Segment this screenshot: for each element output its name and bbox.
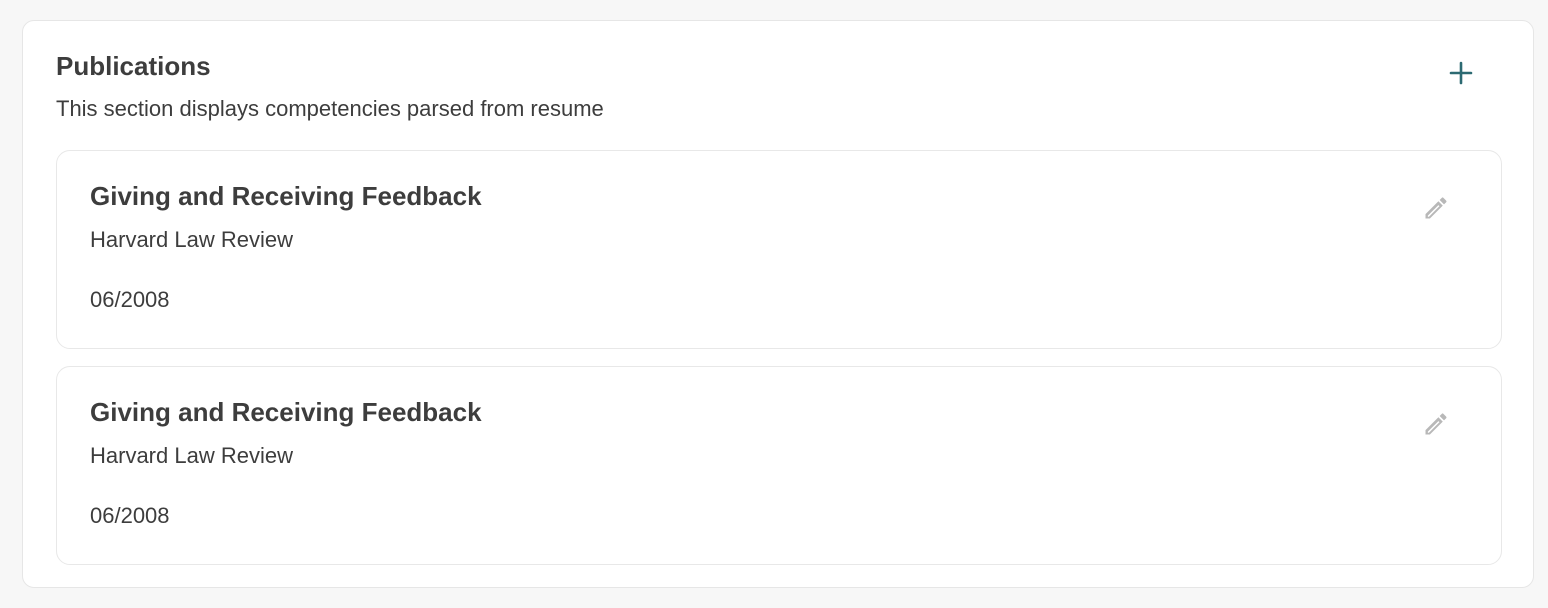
edit-publication-button[interactable] (1419, 191, 1453, 225)
edit-publication-button[interactable] (1419, 407, 1453, 441)
add-publication-button[interactable] (1445, 57, 1477, 89)
publication-title: Giving and Receiving Feedback (90, 181, 482, 211)
pencil-icon (1425, 197, 1447, 219)
publication-list: Giving and Receiving Feedback Harvard La… (56, 150, 1502, 582)
publication-card: Giving and Receiving Feedback Harvard La… (56, 366, 1502, 565)
plus-icon (1449, 61, 1473, 85)
section-subtitle: This section displays competencies parse… (56, 96, 604, 121)
publication-card: Giving and Receiving Feedback Harvard La… (56, 150, 1502, 349)
publication-publisher: Harvard Law Review (90, 227, 293, 252)
section-title: Publications (56, 51, 211, 81)
publication-publisher: Harvard Law Review (90, 443, 293, 468)
publication-date: 06/2008 (90, 287, 170, 312)
publication-title: Giving and Receiving Feedback (90, 397, 482, 427)
publications-section: Publications This section displays compe… (22, 20, 1534, 588)
pencil-icon (1425, 413, 1447, 435)
publication-date: 06/2008 (90, 503, 170, 528)
